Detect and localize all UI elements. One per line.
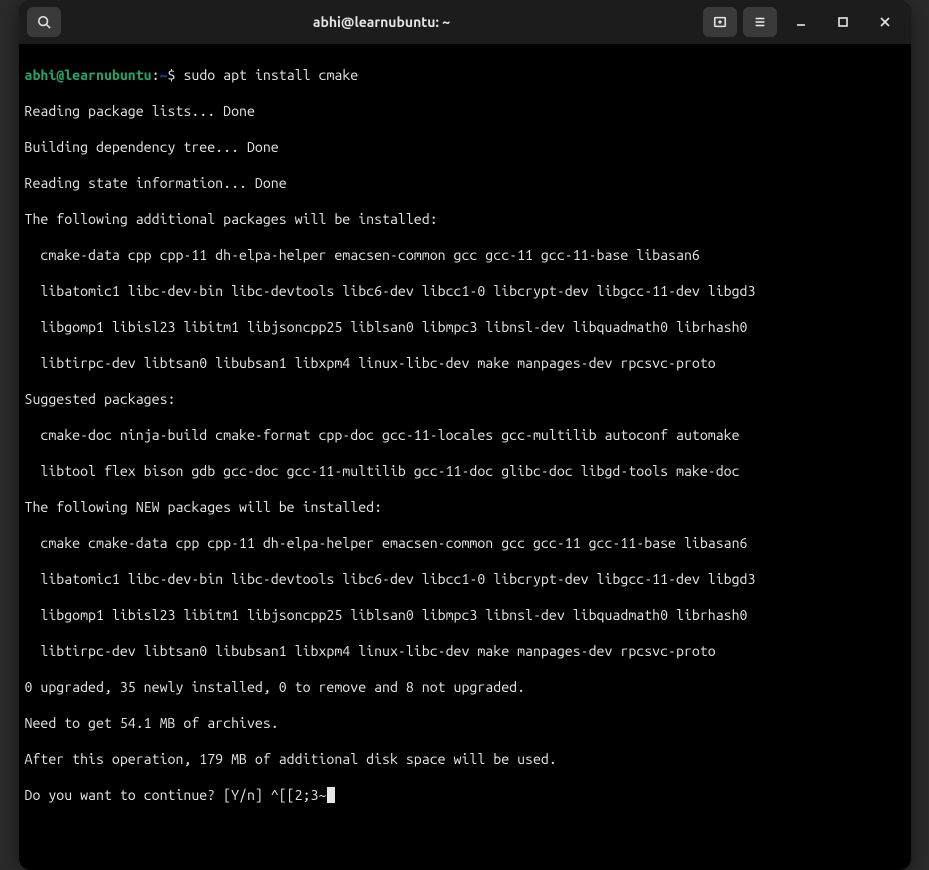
output-line: libtirpc-dev libtsan0 libubsan1 libxpm4 … (25, 354, 903, 372)
continue-prompt-text: Do you want to continue? [Y/n] ^[[2;3~ (25, 787, 327, 803)
titlebar: abhi@learnubuntu: ~ (19, 0, 911, 44)
output-line: Reading state information... Done (25, 174, 903, 192)
command-text: sudo apt install cmake (183, 67, 358, 83)
output-line: 0 upgraded, 35 newly installed, 0 to rem… (25, 678, 903, 696)
prompt-separator: : (152, 67, 160, 83)
search-button[interactable] (27, 7, 61, 37)
terminal-window: abhi@learnubuntu: ~ abhi@learnubuntu:~$ … (19, 0, 911, 870)
output-line: libatomic1 libc-dev-bin libc-devtools li… (25, 282, 903, 300)
output-line: libatomic1 libc-dev-bin libc-devtools li… (25, 570, 903, 588)
window-title: abhi@learnubuntu: ~ (67, 14, 697, 30)
output-line: cmake cmake-data cpp cpp-11 dh-elpa-help… (25, 534, 903, 552)
close-button[interactable] (867, 7, 903, 37)
output-line: The following additional packages will b… (25, 210, 903, 228)
output-line: cmake-doc ninja-build cmake-format cpp-d… (25, 426, 903, 444)
hamburger-menu-button[interactable] (743, 7, 777, 37)
output-line: Reading package lists... Done (25, 102, 903, 120)
output-line: libgomp1 libisl23 libitm1 libjsoncpp25 l… (25, 606, 903, 624)
output-line: Suggested packages: (25, 390, 903, 408)
output-line: Need to get 54.1 MB of archives. (25, 714, 903, 732)
continue-prompt: Do you want to continue? [Y/n] ^[[2;3~ (25, 786, 903, 804)
output-line: After this operation, 179 MB of addition… (25, 750, 903, 768)
cursor-icon (327, 787, 335, 803)
prompt-user-host: abhi@learnubuntu (25, 67, 152, 83)
output-line: Building dependency tree... Done (25, 138, 903, 156)
maximize-button[interactable] (825, 7, 861, 37)
output-line: libgomp1 libisl23 libitm1 libjsoncpp25 l… (25, 318, 903, 336)
terminal-body[interactable]: abhi@learnubuntu:~$ sudo apt install cma… (19, 44, 911, 870)
prompt-line: abhi@learnubuntu:~$ sudo apt install cma… (25, 66, 903, 84)
output-line: libtool flex bison gdb gcc-doc gcc-11-mu… (25, 462, 903, 480)
output-line: libtirpc-dev libtsan0 libubsan1 libxpm4 … (25, 642, 903, 660)
prompt-path: ~ (160, 67, 168, 83)
minimize-button[interactable] (783, 7, 819, 37)
new-tab-button[interactable] (703, 7, 737, 37)
output-line: The following NEW packages will be insta… (25, 498, 903, 516)
output-line: cmake-data cpp cpp-11 dh-elpa-helper ema… (25, 246, 903, 264)
